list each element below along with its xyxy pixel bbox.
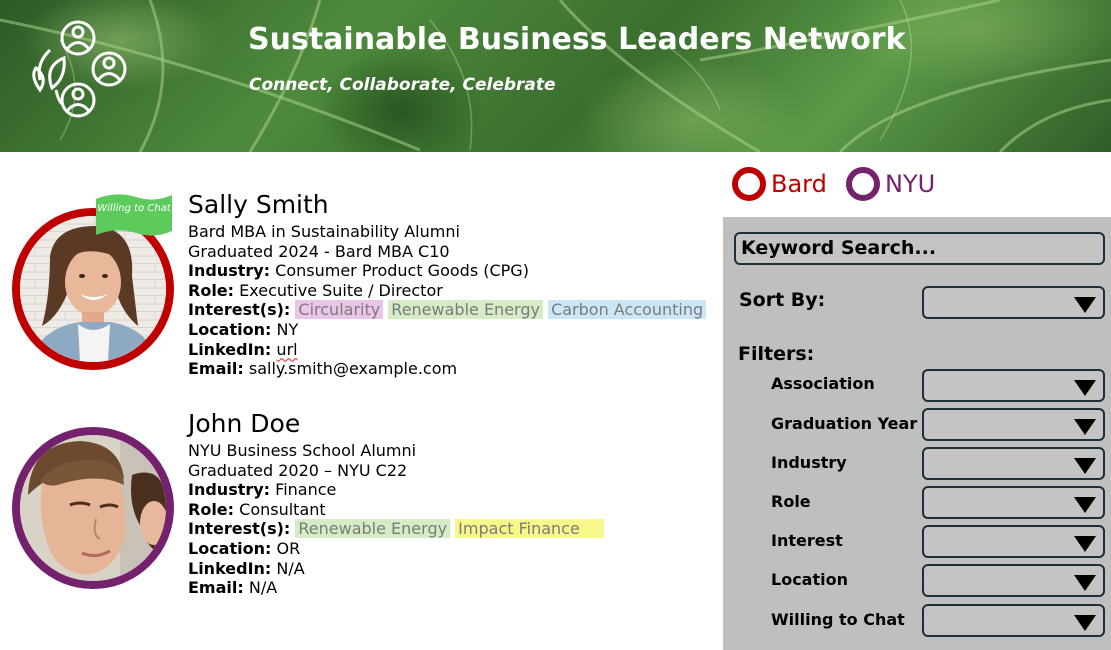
email-label: Email: — [188, 359, 244, 379]
filter-location-dropdown[interactable] — [922, 564, 1105, 597]
filter-label-role: Role — [771, 492, 811, 511]
filter-industry-dropdown[interactable] — [922, 447, 1105, 480]
dropdown-arrow-icon — [1074, 575, 1096, 591]
linkedin-link[interactable]: url — [276, 340, 297, 359]
profile-details: Bard MBA in Sustainability Alumni Gradua… — [188, 222, 707, 379]
filter-label-location: Location — [771, 570, 848, 589]
filter-label-industry: Industry — [771, 453, 847, 472]
dropdown-arrow-icon — [1074, 419, 1096, 435]
profile-linkedin-row: LinkedIn: url — [188, 340, 706, 360]
sort-by-label: Sort By: — [739, 289, 826, 311]
filter-label-association: Association — [771, 374, 875, 393]
industry-value: Finance — [275, 480, 337, 500]
filter-role-dropdown[interactable] — [922, 486, 1105, 519]
industry-label: Industry: — [188, 261, 271, 281]
filter-label-willing-to-chat: Willing to Chat — [771, 610, 905, 629]
sort-by-dropdown[interactable] — [922, 286, 1105, 319]
profile-interests-row: Interest(s): Circularity Renewable Energ… — [188, 300, 707, 320]
industry-value: Consumer Product Goods (CPG) — [275, 261, 529, 281]
profile-name: Sally Smith — [188, 190, 329, 219]
profile-photo — [20, 216, 166, 362]
profile-industry-row: Industry: Finance — [188, 480, 604, 500]
role-label: Role: — [188, 499, 235, 519]
dropdown-arrow-icon — [1074, 536, 1096, 552]
filter-label-interest: Interest — [771, 531, 843, 550]
profile-role-row: Role: Executive Suite / Director — [188, 281, 706, 301]
dropdown-arrow-icon — [1074, 380, 1096, 396]
profile-graduated: Graduated 2024 - Bard MBA C10 — [188, 241, 450, 261]
role-value: Consultant — [239, 499, 326, 519]
filter-interest-dropdown[interactable] — [922, 525, 1105, 558]
filter-association-dropdown[interactable] — [922, 369, 1105, 402]
dropdown-arrow-icon — [1074, 297, 1096, 313]
filter-panel: Keyword Search... Sort By: Filters: Asso… — [723, 217, 1111, 650]
dropdown-arrow-icon — [1074, 615, 1096, 631]
linkedin-value: N/A — [276, 558, 305, 578]
profile-photo — [20, 435, 166, 581]
location-label: Location: — [188, 319, 272, 339]
profile-name: John Doe — [188, 409, 301, 438]
interest-tag[interactable]: Renewable Energy — [388, 300, 543, 320]
profile-email-row: Email: sally.smith@example.com — [188, 359, 706, 379]
filter-graduation-year-dropdown[interactable] — [922, 408, 1105, 441]
association-bard[interactable]: Bard — [732, 166, 827, 202]
association-nyu[interactable]: NYU — [846, 166, 935, 202]
email-value: N/A — [248, 578, 278, 598]
avatar — [12, 427, 174, 589]
profile-location-row: Location: OR — [188, 539, 604, 559]
profile-role-row: Role: Consultant — [188, 500, 604, 520]
location-value: OR — [276, 538, 301, 558]
filter-label-graduation-year: Graduation Year — [771, 414, 918, 433]
linkedin-label: LinkedIn: — [188, 339, 272, 359]
location-value: NY — [276, 319, 299, 339]
network-logo-icon — [32, 20, 127, 118]
interest-tag[interactable]: Renewable Energy — [295, 519, 451, 539]
nyu-ring-icon — [846, 167, 880, 201]
header-banner: Sustainable Business Leaders Network Con… — [0, 0, 1111, 152]
profile-location-row: Location: NY — [188, 320, 706, 340]
profile-industry-row: Industry: Consumer Product Goods (CPG) — [188, 261, 706, 281]
keyword-search-input[interactable]: Keyword Search... — [734, 232, 1105, 265]
association-label: NYU — [885, 170, 936, 198]
profile-linkedin-row: LinkedIn: N/A — [188, 559, 604, 579]
bard-ring-icon — [732, 167, 766, 201]
filters-label: Filters: — [738, 343, 815, 365]
email-label: Email: — [188, 578, 244, 598]
role-label: Role: — [188, 280, 235, 300]
dropdown-arrow-icon — [1074, 458, 1096, 474]
industry-label: Industry: — [188, 480, 271, 500]
willing-to-chat-label: Willing to Chat — [97, 203, 171, 214]
profile-details: NYU Business School Alumni Graduated 202… — [188, 441, 604, 598]
profile-program: NYU Business School Alumni — [188, 441, 417, 460]
filter-willing-to-chat-dropdown[interactable] — [922, 604, 1105, 637]
site-tagline: Connect, Collaborate, Celebrate — [249, 75, 556, 95]
profile-program: Bard MBA in Sustainability Alumni — [188, 222, 460, 241]
role-value: Executive Suite / Director — [239, 280, 443, 300]
interests-label: Interest(s): — [188, 300, 291, 320]
profile-interests-row: Interest(s): Renewable Energy Impact Fin… — [188, 519, 604, 539]
willing-to-chat-badge — [96, 194, 172, 236]
dropdown-arrow-icon — [1074, 497, 1096, 513]
interest-tag[interactable]: Circularity — [295, 300, 384, 320]
interests-label: Interest(s): — [188, 519, 291, 539]
interest-tag[interactable]: Impact Finance — [455, 519, 604, 539]
association-label: Bard — [771, 170, 827, 198]
location-label: Location: — [188, 538, 272, 558]
site-title: Sustainable Business Leaders Network — [248, 22, 906, 57]
profile-email-row: Email: N/A — [188, 578, 604, 598]
profile-graduated: Graduated 2020 – NYU C22 — [188, 460, 408, 480]
email-value[interactable]: sally.smith@example.com — [249, 359, 457, 378]
interest-tag[interactable]: Carbon Accounting — [548, 300, 707, 320]
linkedin-label: LinkedIn: — [188, 558, 272, 578]
